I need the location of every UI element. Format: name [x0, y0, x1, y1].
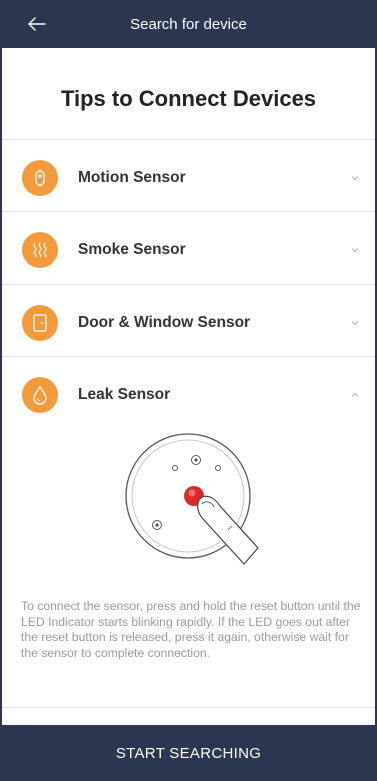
divider [2, 356, 375, 357]
smoke-sensor-icon [22, 232, 58, 268]
divider [2, 211, 375, 212]
accordion-label: Door & Window Sensor [78, 314, 251, 331]
divider [2, 707, 375, 708]
motion-sensor-icon [22, 160, 58, 196]
accordion-item-motion-sensor[interactable]: Motion Sensor [2, 142, 375, 214]
header-title: Search for device [130, 16, 247, 33]
accordion-item-leak-sensor[interactable]: Leak Sensor [2, 359, 375, 431]
divider [2, 139, 375, 140]
leak-sensor-instructions: To connect the sensor, press and hold th… [21, 599, 361, 660]
accordion-label: Motion Sensor [78, 169, 186, 186]
chevron-up-icon [351, 392, 359, 397]
leak-sensor-icon [22, 377, 58, 413]
leak-sensor-reset-illustration [125, 433, 259, 565]
accordion-label: Leak Sensor [78, 386, 171, 403]
top-bar: Search for device [0, 0, 377, 48]
chevron-down-icon [351, 248, 359, 253]
divider [2, 284, 375, 285]
chevron-down-icon [351, 176, 359, 181]
start-searching-button[interactable]: START SEARCHING [0, 725, 377, 781]
accordion-item-smoke-sensor[interactable]: Smoke Sensor [2, 214, 375, 286]
page-title: Tips to Connect Devices [60, 86, 317, 111]
accordion-label: Smoke Sensor [78, 241, 186, 258]
chevron-down-icon [351, 321, 359, 326]
door-window-sensor-icon [22, 305, 58, 341]
accordion-item-door-window-sensor[interactable]: Door & Window Sensor [2, 287, 375, 359]
